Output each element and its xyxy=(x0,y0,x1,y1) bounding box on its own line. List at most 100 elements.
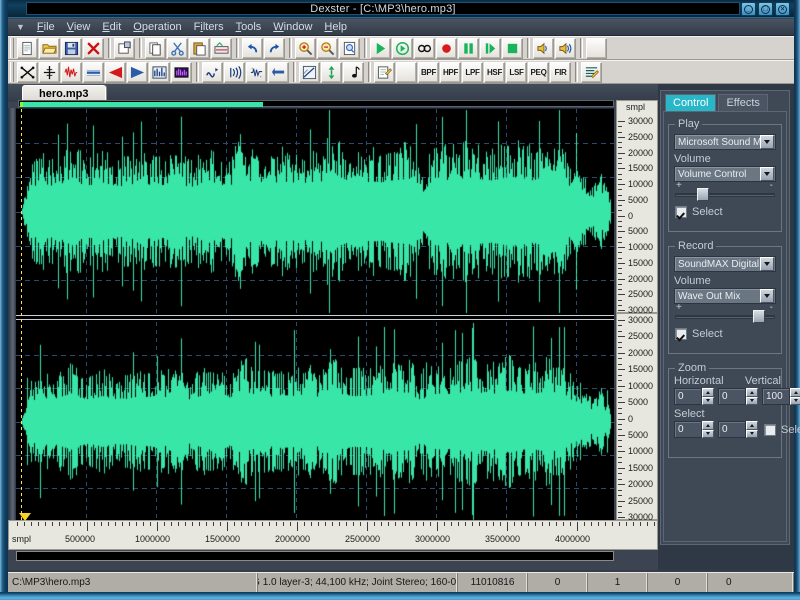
batch-list-button[interactable] xyxy=(581,62,602,83)
spinner-up-icon[interactable] xyxy=(790,388,800,397)
bandpass-filter-button[interactable] xyxy=(396,62,417,83)
tab-effects[interactable]: Effects xyxy=(718,94,767,112)
filter-editor-button[interactable] xyxy=(374,62,395,83)
new-file-button[interactable] xyxy=(17,38,38,59)
play-from-cursor-button[interactable] xyxy=(392,38,413,59)
highshelf-filter-button[interactable]: LPF xyxy=(462,62,483,83)
zoom-select-1-spinner[interactable]: 0 xyxy=(674,421,714,438)
reverse-button[interactable] xyxy=(268,62,289,83)
zoom-horizontal-1-value[interactable]: 0 xyxy=(674,388,702,405)
record-button[interactable] xyxy=(436,38,457,59)
horizontal-scrollbar[interactable] xyxy=(16,551,614,561)
spinner-down-icon[interactable] xyxy=(702,430,714,439)
file-properties-button[interactable] xyxy=(114,38,135,59)
zoom-horizontal-2-spinner[interactable]: 0 xyxy=(718,388,758,405)
zoom-horizontal-1-spinner[interactable]: 0 xyxy=(674,388,714,405)
chevron-down-icon[interactable] xyxy=(760,289,774,303)
playback-cursor[interactable] xyxy=(21,109,22,521)
document-tab-hero-mp3[interactable]: hero.mp3 xyxy=(22,85,106,101)
play-button[interactable] xyxy=(370,38,391,59)
fft-filter-button[interactable]: FIR xyxy=(550,62,571,83)
spinner-down-icon[interactable] xyxy=(790,397,800,406)
menu-view[interactable]: View xyxy=(61,20,97,34)
tab-control[interactable]: Control xyxy=(665,94,716,112)
play-device-combo[interactable]: Microsoft Sound Mappe xyxy=(674,134,776,150)
echo-button[interactable] xyxy=(224,62,245,83)
chevron-down-icon[interactable] xyxy=(760,257,774,271)
equalizer-button[interactable] xyxy=(149,62,170,83)
pitch-shift-button[interactable] xyxy=(321,62,342,83)
zoom-select-2-spinner[interactable]: 0 xyxy=(718,421,758,438)
stop-button[interactable] xyxy=(502,38,523,59)
amplify-button[interactable] xyxy=(61,62,82,83)
copy-button[interactable] xyxy=(145,38,166,59)
dynamics-button[interactable] xyxy=(299,62,320,83)
reverb-button[interactable] xyxy=(246,62,267,83)
spinner-down-icon[interactable] xyxy=(746,397,758,406)
zoom-horizontal-2-buttons[interactable] xyxy=(746,388,758,405)
zoom-select-1-value[interactable]: 0 xyxy=(674,421,702,438)
waveform-channel-left[interactable] xyxy=(16,109,614,314)
minimize-button[interactable]: _ xyxy=(741,2,756,16)
zoom-select-1-buttons[interactable] xyxy=(702,421,714,438)
record-device-combo[interactable]: SoundMAX Digital Audi xyxy=(674,256,776,272)
overview-position-marker[interactable] xyxy=(20,102,23,107)
menu-file[interactable]: File xyxy=(31,20,61,34)
mdi-system-menu-icon[interactable]: ▼ xyxy=(16,23,25,32)
spinner-up-icon[interactable] xyxy=(746,388,758,397)
paste-button[interactable] xyxy=(189,38,210,59)
cut-button[interactable] xyxy=(167,38,188,59)
play-volume-slider[interactable]: + - xyxy=(675,188,775,202)
lowpass-filter-button[interactable]: HPF xyxy=(440,62,461,83)
spinner-down-icon[interactable] xyxy=(746,430,758,439)
zoom-horizontal-1-buttons[interactable] xyxy=(702,388,714,405)
record-select-row[interactable]: Select xyxy=(675,328,781,340)
play-slider-track[interactable] xyxy=(675,193,775,197)
volume-up-button[interactable] xyxy=(555,38,576,59)
file-overview-bar[interactable] xyxy=(18,100,614,107)
zoom-select-checkbox[interactable] xyxy=(764,424,776,436)
play-select-row[interactable]: Select xyxy=(675,206,781,218)
invert-wave-button[interactable] xyxy=(202,62,223,83)
parametric-eq-button[interactable]: LSF xyxy=(506,62,527,83)
chevron-down-icon[interactable] xyxy=(760,167,774,181)
menu-window[interactable]: Window xyxy=(267,20,318,34)
save-file-button[interactable] xyxy=(61,38,82,59)
lowshelf-filter-button[interactable]: HSF xyxy=(484,62,505,83)
loop-button[interactable] xyxy=(414,38,435,59)
zoom-horizontal-2-value[interactable]: 0 xyxy=(718,388,746,405)
undo-button[interactable] xyxy=(242,38,263,59)
zoom-select-2-value[interactable]: 0 xyxy=(718,421,746,438)
zoom-vertical-buttons[interactable] xyxy=(790,388,800,405)
zoom-in-button[interactable] xyxy=(295,38,316,59)
fade-out-button[interactable] xyxy=(127,62,148,83)
spectrum-view-button[interactable] xyxy=(171,62,192,83)
open-file-button[interactable] xyxy=(39,38,60,59)
play-select-checkbox[interactable] xyxy=(675,206,687,218)
zoom-select-2-buttons[interactable] xyxy=(746,421,758,438)
fir-filter-button[interactable]: PEQ xyxy=(528,62,549,83)
insert-silence-button[interactable] xyxy=(39,62,60,83)
toolbar-grip[interactable] xyxy=(10,38,14,58)
spinner-up-icon[interactable] xyxy=(702,421,714,430)
record-volume-combo[interactable]: Wave Out Mix xyxy=(674,288,776,304)
step-forward-button[interactable] xyxy=(480,38,501,59)
tempo-button[interactable] xyxy=(343,62,364,83)
waveform-editor[interactable] xyxy=(16,108,614,520)
zoom-vertical-spinner[interactable]: 100 xyxy=(762,388,800,405)
spinner-up-icon[interactable] xyxy=(702,388,714,397)
pause-button[interactable] xyxy=(458,38,479,59)
play-slider-thumb[interactable] xyxy=(697,188,709,201)
menu-operation[interactable]: Operation xyxy=(127,20,187,34)
close-file-button[interactable] xyxy=(83,38,104,59)
paste-mix-button[interactable] xyxy=(211,38,232,59)
toolbar-grip[interactable] xyxy=(10,62,14,82)
zoom-vertical-value[interactable]: 100 xyxy=(762,388,790,405)
highpass-filter-button[interactable]: BPF xyxy=(418,62,439,83)
zoom-out-button[interactable] xyxy=(317,38,338,59)
menu-edit[interactable]: Edit xyxy=(96,20,127,34)
close-button[interactable]: × xyxy=(775,2,790,16)
menu-tools[interactable]: Tools xyxy=(230,20,268,34)
time-scale-ruler[interactable]: smpl500000100000015000002000000250000030… xyxy=(8,520,658,550)
volume-down-button[interactable] xyxy=(533,38,554,59)
